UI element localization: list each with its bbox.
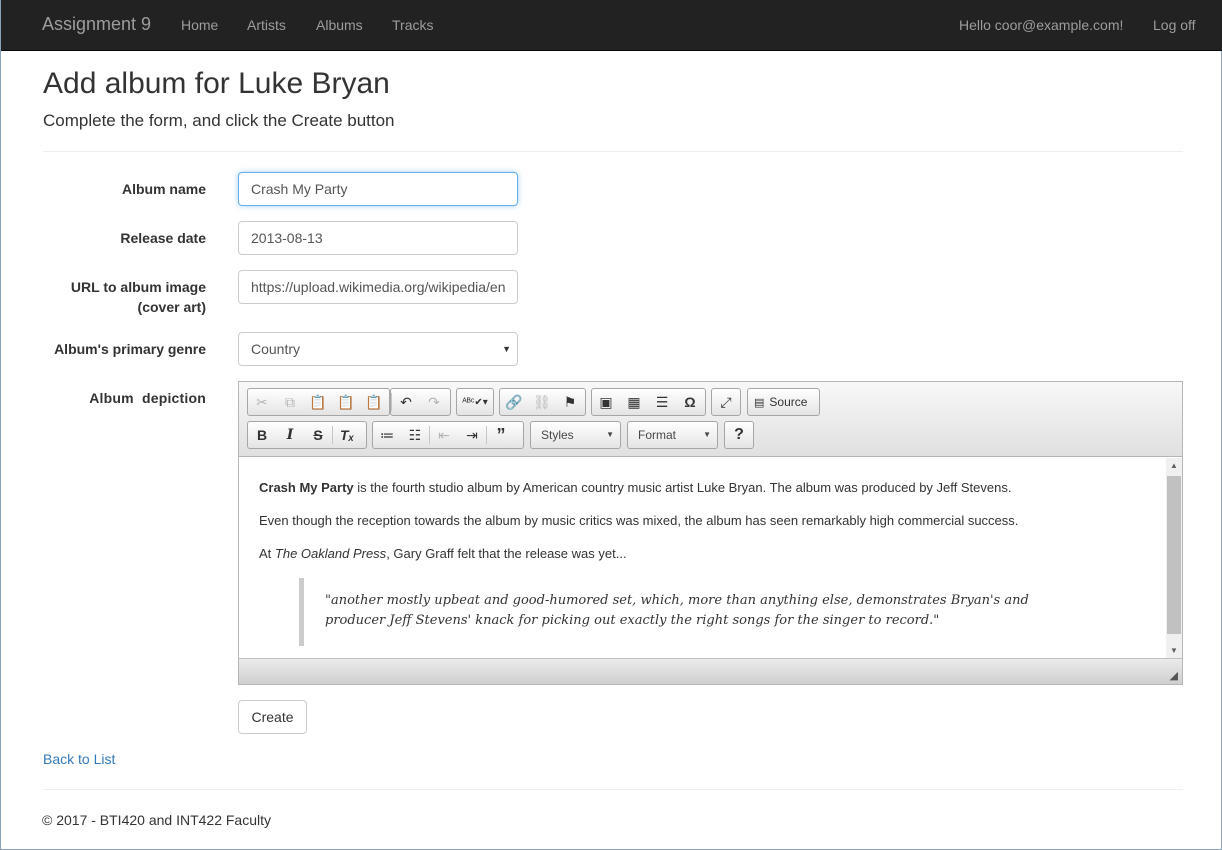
copy-icon[interactable]: ⧉ xyxy=(276,389,304,415)
insert-group: ▣ ▦ ☰ Ω xyxy=(591,388,706,416)
genre-select[interactable]: Country ▼ xyxy=(238,332,518,366)
editor-statusbar: ◢ xyxy=(239,658,1182,684)
table-icon[interactable]: ▦ xyxy=(620,389,648,415)
special-char-icon[interactable]: Ω xyxy=(676,389,704,415)
album-title-bold: Crash My Party xyxy=(259,480,354,495)
undo-icon[interactable]: ↶ xyxy=(392,389,420,415)
unlink-icon[interactable]: ⛓ xyxy=(528,389,556,415)
spellcheck-icon[interactable]: ᴬᴮᶜ✔▾ xyxy=(457,389,493,415)
rich-text-editor: ✂ ⧉ 📋 📋 📋 ↶ ↷ ᴬᴮᶜ✔▾ 🔗 ⛓ ⚑ ▣ ▦ ☰ Ω ⤢ ▤ So… xyxy=(238,381,1183,685)
scroll-up-icon[interactable]: ▲ xyxy=(1166,461,1182,470)
source-icon: ▤ xyxy=(754,396,765,409)
maximize-icon[interactable]: ⤢ xyxy=(712,389,740,415)
link-group: 🔗 ⛓ ⚑ xyxy=(499,388,586,416)
image-icon[interactable]: ▣ xyxy=(592,389,620,415)
redo-icon[interactable]: ↷ xyxy=(420,389,448,415)
format-label: Format xyxy=(638,428,677,442)
source-label: Source xyxy=(769,395,808,409)
back-to-list-link[interactable]: Back to List xyxy=(43,751,115,767)
source-button[interactable]: ▤ Source xyxy=(747,388,820,416)
scrollbar-thumb[interactable] xyxy=(1167,476,1181,634)
numbered-list-icon[interactable]: ≔ xyxy=(373,422,401,448)
styles-label: Styles xyxy=(541,428,574,442)
cut-icon[interactable]: ✂ xyxy=(248,389,276,415)
strikethrough-icon[interactable]: S xyxy=(304,422,332,448)
page-subtitle: Complete the form, and click the Create … xyxy=(43,111,395,130)
resize-handle-icon[interactable]: ◢ xyxy=(1170,669,1178,682)
paragraph-group: ≔ ☷ ⇤ ⇥ ” xyxy=(372,421,524,449)
chevron-down-icon: ▼ xyxy=(703,430,711,439)
genre-selected-value: Country xyxy=(251,341,301,357)
press-name-italic: The Oakland Press xyxy=(274,546,387,561)
maximize-group: ⤢ xyxy=(711,388,741,416)
help-button[interactable]: ? xyxy=(724,421,754,449)
nav-artists[interactable]: Artists xyxy=(247,17,286,33)
outdent-icon[interactable]: ⇤ xyxy=(430,422,458,448)
italic-icon[interactable]: I xyxy=(276,422,304,448)
remove-format-icon[interactable]: Tₓ xyxy=(333,422,361,448)
format-dropdown[interactable]: Format ▼ xyxy=(627,421,718,449)
scroll-down-icon[interactable]: ▼ xyxy=(1166,646,1182,655)
undo-group: ↶ ↷ xyxy=(390,388,451,416)
url-input[interactable]: https://upload.wikimedia.org/wikipedia/e… xyxy=(238,270,518,304)
paste-text-icon[interactable]: 📋 xyxy=(332,389,360,415)
anchor-icon[interactable]: ⚑ xyxy=(556,389,584,415)
page-title: Add album for Luke Bryan xyxy=(43,67,390,100)
navbar: Assignment 9 Home Artists Albums Tracks … xyxy=(1,0,1222,51)
editor-toolbar: ✂ ⧉ 📋 📋 📋 ↶ ↷ ᴬᴮᶜ✔▾ 🔗 ⛓ ⚑ ▣ ▦ ☰ Ω ⤢ ▤ So… xyxy=(239,382,1182,457)
depiction-label: Album depiction xyxy=(89,390,206,406)
url-label-line2: (cover art) xyxy=(137,299,206,315)
blockquote-icon[interactable]: ” xyxy=(487,422,515,448)
nav-albums[interactable]: Albums xyxy=(316,17,363,33)
link-icon[interactable]: 🔗 xyxy=(500,389,528,415)
help-icon: ? xyxy=(734,426,744,443)
release-date-input[interactable]: 2013-08-13 xyxy=(238,221,518,255)
content-paragraph: Crash My Party is the fourth studio albu… xyxy=(259,480,1012,495)
spellcheck-group: ᴬᴮᶜ✔▾ xyxy=(456,388,494,416)
logoff-link[interactable]: Log off xyxy=(1153,17,1196,33)
nav-home[interactable]: Home xyxy=(181,17,218,33)
paste-word-icon[interactable]: 📋 xyxy=(360,389,388,415)
brand-link[interactable]: Assignment 9 xyxy=(42,14,151,35)
bold-icon[interactable]: B xyxy=(248,422,276,448)
divider xyxy=(43,789,1183,790)
editor-content-area[interactable]: Crash My Party is the fourth studio albu… xyxy=(239,458,1166,658)
styles-dropdown[interactable]: Styles ▼ xyxy=(530,421,621,449)
footer-text: © 2017 - BTI420 and INT422 Faculty xyxy=(42,812,271,828)
release-date-label: Release date xyxy=(120,230,206,246)
indent-icon[interactable]: ⇥ xyxy=(458,422,486,448)
content-paragraph: At The Oakland Press, Gary Graff felt th… xyxy=(259,546,627,561)
horizontal-line-icon[interactable]: ☰ xyxy=(648,389,676,415)
paste-icon[interactable]: 📋 xyxy=(304,389,332,415)
dropdown-caret-icon: ▼ xyxy=(502,344,511,354)
genre-label: Album's primary genre xyxy=(54,341,206,357)
basic-styles-group: B I S Tₓ xyxy=(247,421,367,449)
content-paragraph: Even though the reception towards the al… xyxy=(259,513,1019,528)
chevron-down-icon: ▼ xyxy=(606,430,614,439)
divider xyxy=(43,151,1183,152)
url-label-line1: URL to album image xyxy=(70,279,206,295)
create-button[interactable]: Create xyxy=(238,700,307,734)
url-label: URL to album image (cover art) xyxy=(71,277,206,317)
user-greeting-link[interactable]: Hello coor@example.com! xyxy=(959,17,1123,33)
clipboard-group: ✂ ⧉ 📋 📋 📋 xyxy=(247,388,390,416)
blockquote: "another mostly upbeat and good-humored … xyxy=(299,578,1099,646)
bulleted-list-icon[interactable]: ☷ xyxy=(401,422,429,448)
editor-scrollbar[interactable]: ▲ ▼ xyxy=(1166,458,1182,658)
album-name-input[interactable]: Crash My Party xyxy=(238,172,518,206)
album-name-label: Album name xyxy=(121,181,206,197)
nav-tracks[interactable]: Tracks xyxy=(392,17,433,33)
